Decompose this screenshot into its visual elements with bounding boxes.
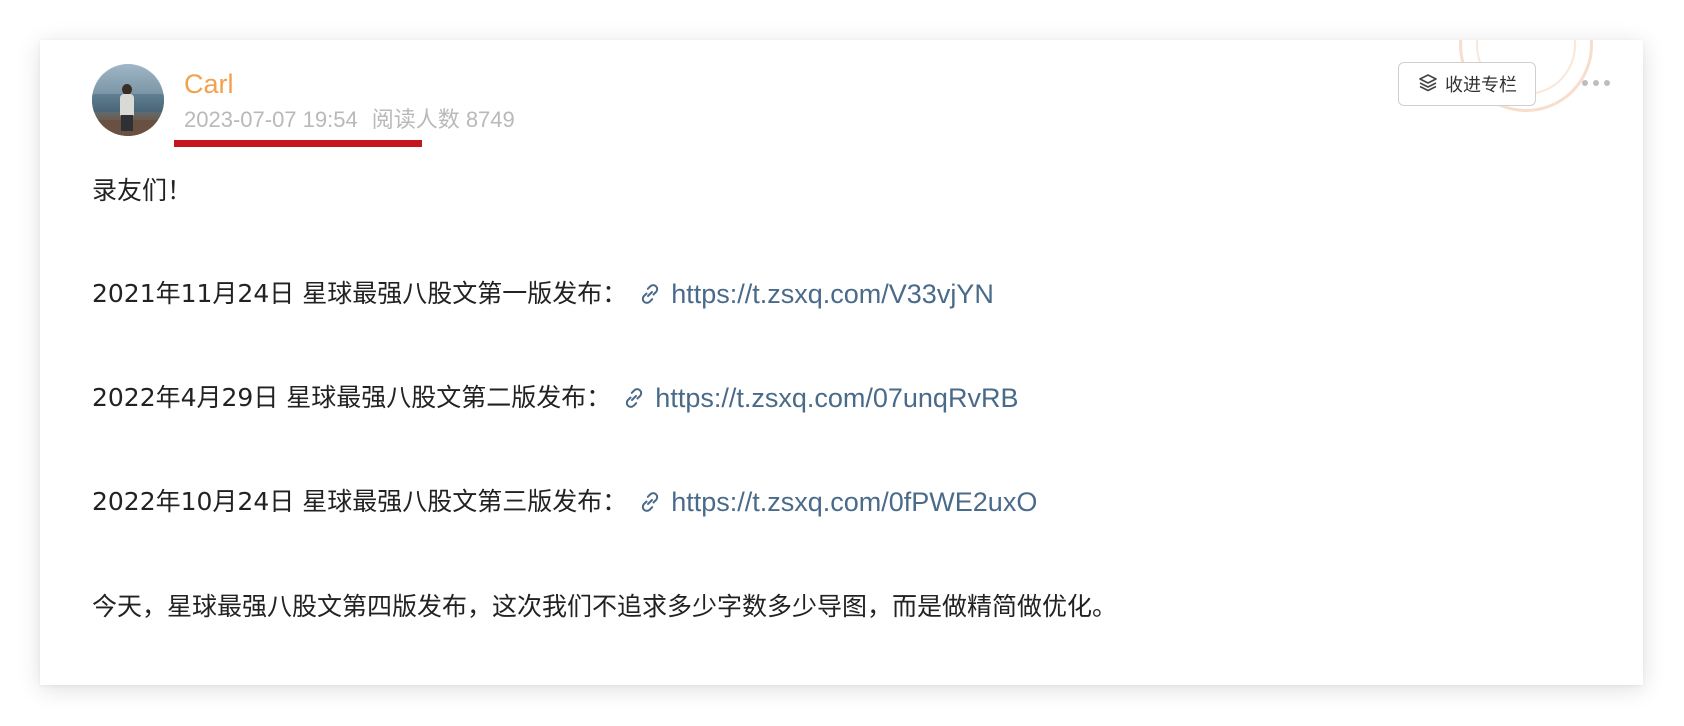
paragraph-release-1: 2021年11月24日 星球最强八股文第一版发布： https://t.zsxq… [92, 277, 994, 311]
avatar[interactable] [92, 64, 164, 136]
link-chain-icon [642, 284, 659, 304]
release-3-link[interactable]: https://t.zsxq.com/0fPWE2uxO [637, 485, 1037, 519]
read-count: 阅读人数 8749 [371, 107, 515, 132]
paragraph-release-4: 今天，星球最强八股文第四版发布，这次我们不追求多少字数多少导图，而是做精简做优化… [92, 590, 1117, 624]
collect-to-column-button[interactable]: 收进专栏 [1398, 62, 1536, 106]
post-card: Carl 2023-07-07 19:54 阅读人数 8749 收进专栏 录友们！ [40, 40, 1643, 685]
paragraph-text: 录友们！ [92, 176, 193, 205]
more-dots-icon [1582, 80, 1588, 86]
release-2-link[interactable]: https://t.zsxq.com/07unqRvRB [621, 381, 1018, 415]
paragraph-text: 2022年4月29日 星球最强八股文第二版发布： [92, 383, 612, 412]
paragraph-release-2: 2022年4月29日 星球最强八股文第二版发布： https://t.zsxq.… [92, 381, 1018, 415]
collect-to-column-label: 收进专栏 [1445, 75, 1517, 96]
paragraph-release-3: 2022年10月24日 星球最强八股文第三版发布： https://t.zsxq… [92, 485, 1037, 519]
more-options-button[interactable] [1576, 70, 1616, 96]
paragraph-text: 2022年10月24日 星球最强八股文第三版发布： [92, 487, 628, 516]
post-meta: 2023-07-07 19:54 阅读人数 8749 [184, 106, 515, 134]
link-chain-icon [642, 492, 659, 512]
link-chain-icon [626, 388, 643, 408]
post-timestamp: 2023-07-07 19:54 [184, 107, 358, 132]
paragraph-text: 2021年11月24日 星球最强八股文第一版发布： [92, 279, 628, 308]
page: Carl 2023-07-07 19:54 阅读人数 8749 收进专栏 录友们！ [0, 0, 1684, 726]
link-url: https://t.zsxq.com/07unqRvRB [655, 383, 1019, 413]
author-name[interactable]: Carl [184, 68, 234, 100]
paragraph-text: 今天，星球最强八股文第四版发布，这次我们不追求多少字数多少导图，而是做精简做优化… [92, 592, 1118, 621]
link-url: https://t.zsxq.com/V33vjYN [671, 279, 994, 309]
link-url: https://t.zsxq.com/0fPWE2uxO [671, 487, 1038, 517]
paragraph-greeting: 录友们！ [92, 174, 192, 208]
release-1-link[interactable]: https://t.zsxq.com/V33vjYN [637, 277, 994, 311]
column-stack-icon [1417, 72, 1439, 96]
annotation-underline [174, 140, 422, 147]
